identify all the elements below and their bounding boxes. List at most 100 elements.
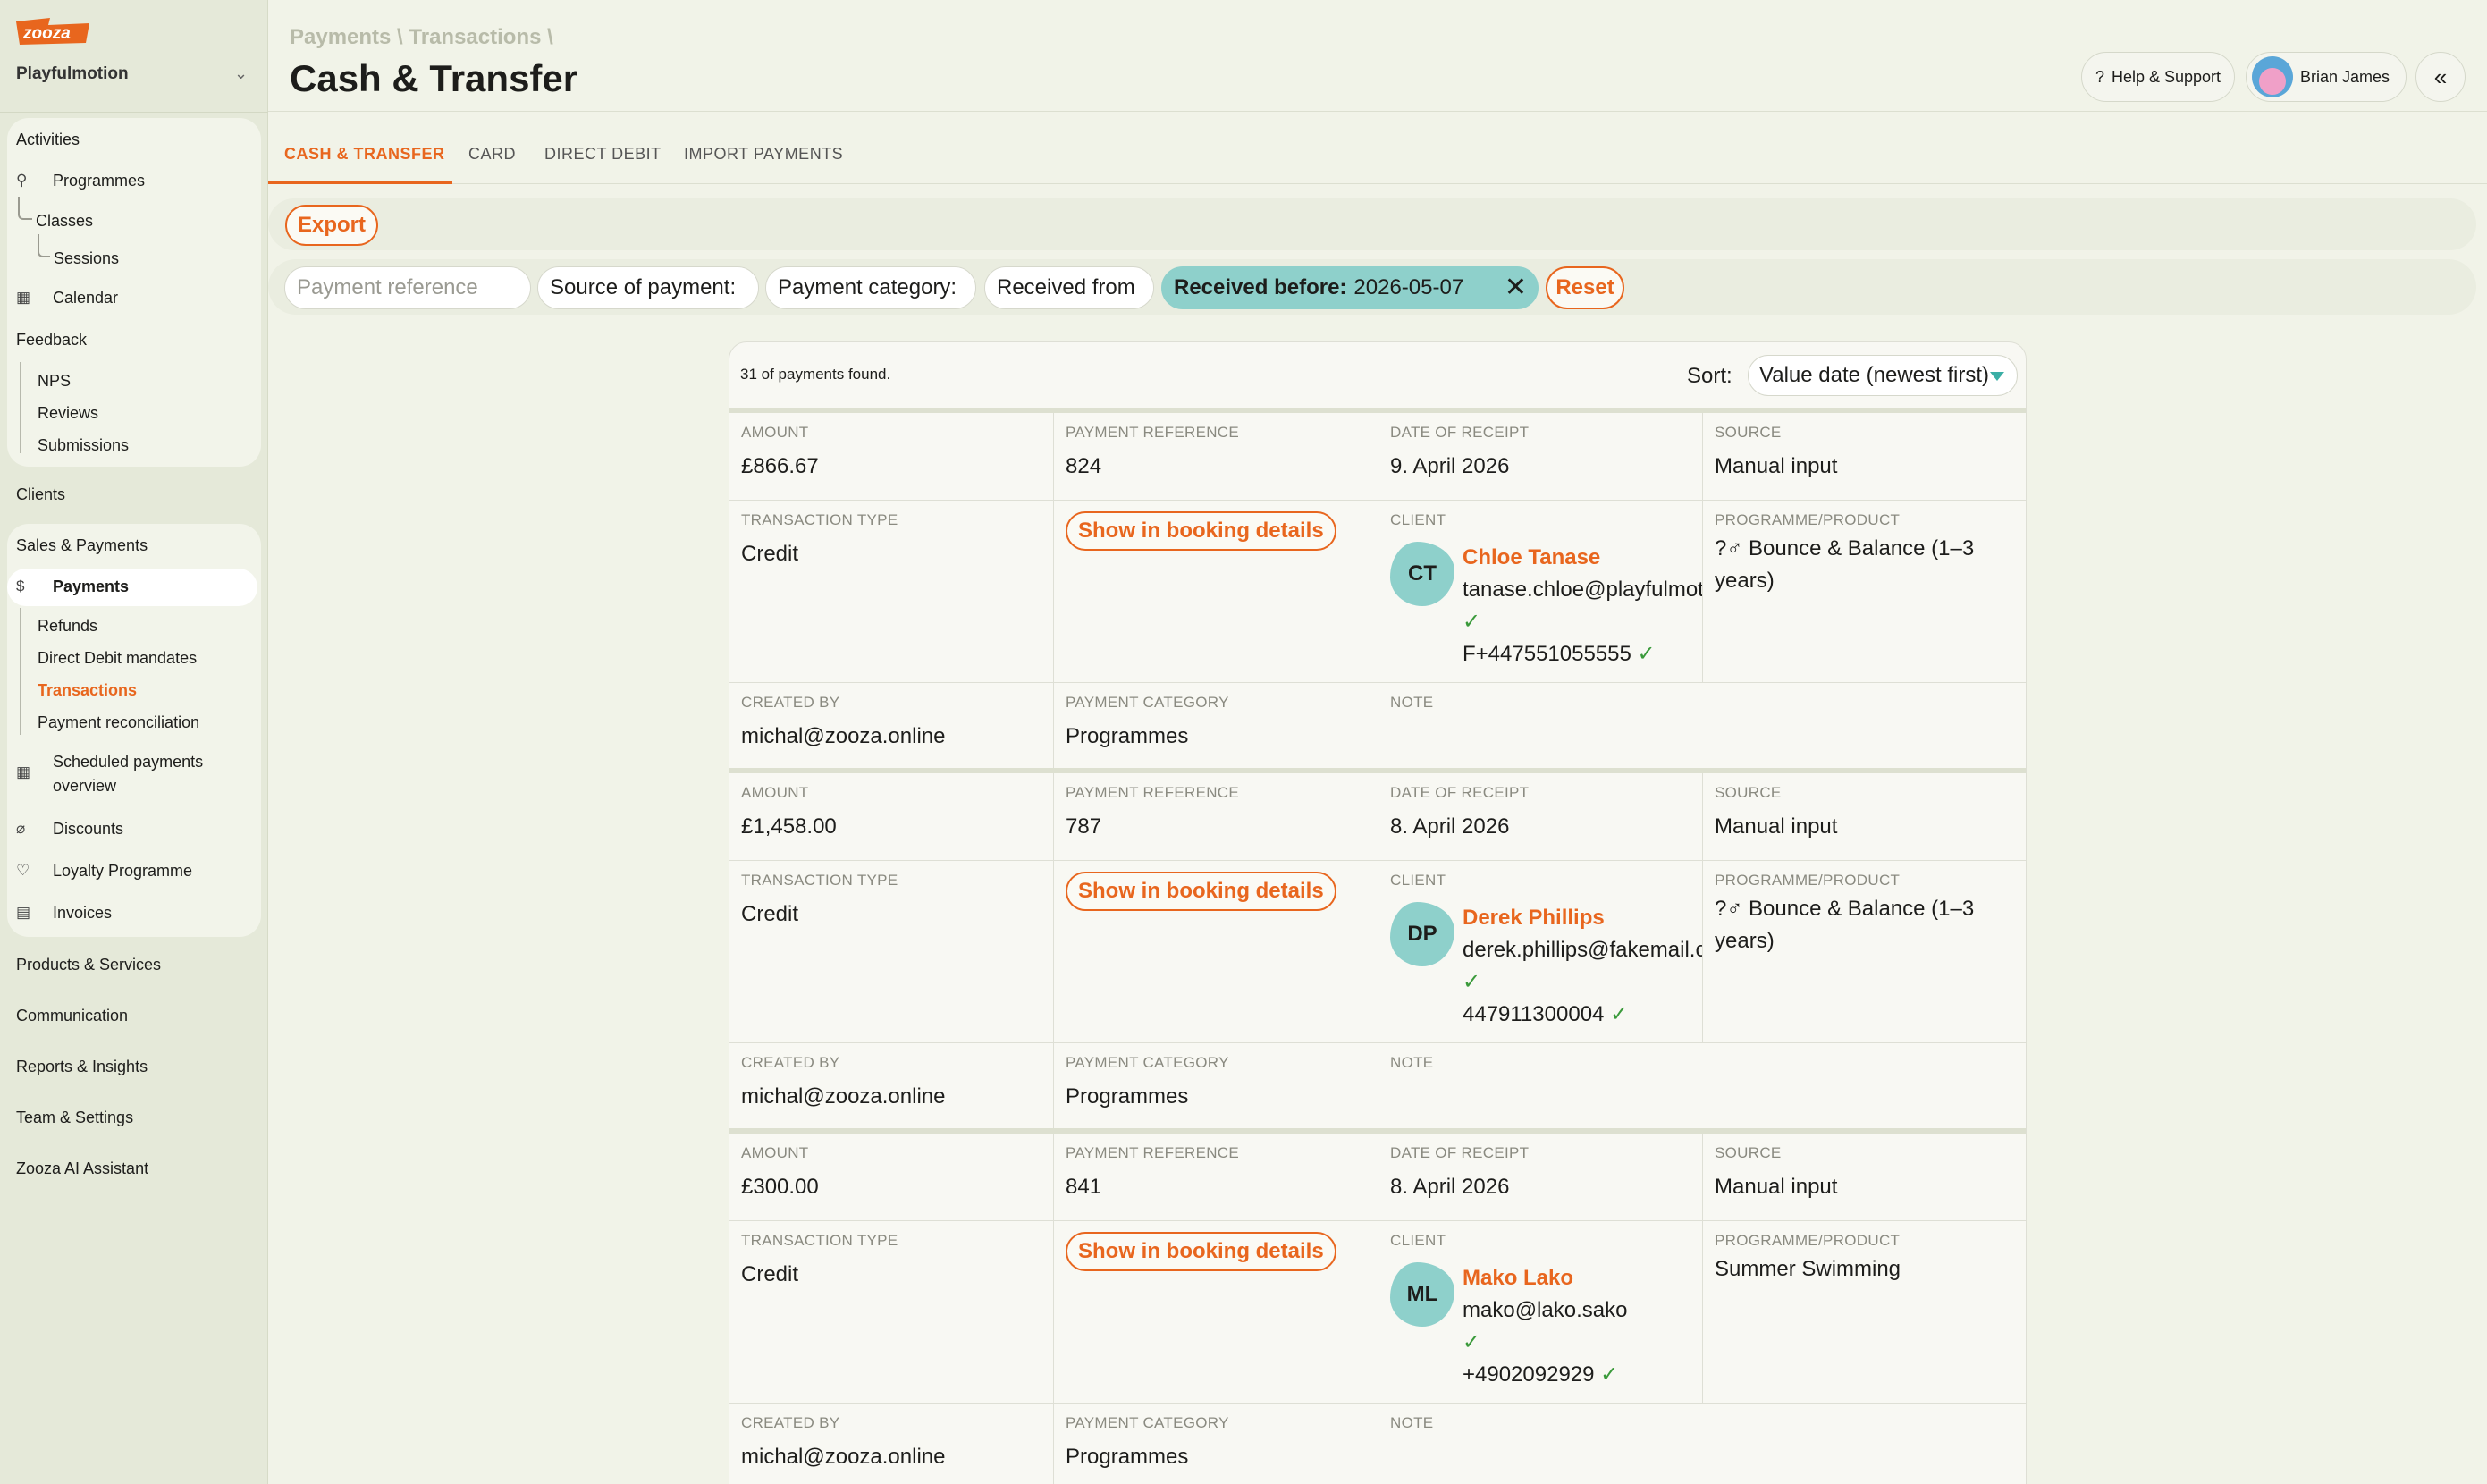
nav-refunds[interactable]: Refunds <box>38 617 97 636</box>
help-support-button[interactable]: ? Help & Support <box>2081 52 2235 102</box>
field-label: PAYMENT REFERENCE <box>1066 784 1240 801</box>
nav-sessions[interactable]: Sessions <box>54 249 119 268</box>
client-cell: CLIENT CT Chloe Tanase tanase.chloe@playful… <box>1378 501 1703 683</box>
nav-products-services[interactable]: Products & Services <box>16 956 161 974</box>
payment-reference-input[interactable]: Payment reference <box>284 266 531 309</box>
nav-payments[interactable]: $ Payments <box>7 569 257 606</box>
check-icon: ✓ <box>1610 1002 1629 1026</box>
invoice-icon: ▤ <box>16 904 31 921</box>
nav-nps[interactable]: NPS <box>38 372 71 391</box>
field-label: SOURCE <box>1715 1144 1782 1161</box>
results-count: 31 of payments found. <box>740 366 891 383</box>
zooza-logo[interactable]: zooza <box>14 16 91 46</box>
nav-ai-assistant[interactable]: Zooza AI Assistant <box>16 1159 148 1178</box>
tag-icon: ⌀ <box>16 820 26 837</box>
note-cell: NOTE <box>1378 1043 2026 1131</box>
sort-label: Sort: <box>1687 364 1732 388</box>
field-label: TRANSACTION TYPE <box>741 511 898 528</box>
nav-communication[interactable]: Communication <box>16 1007 128 1025</box>
show-in-booking-details-button[interactable]: Show in booking details <box>1066 511 1336 551</box>
collapse-sidebar-button[interactable]: « <box>2415 52 2466 102</box>
show-in-booking-details-button[interactable]: Show in booking details <box>1066 872 1336 911</box>
export-button[interactable]: Export <box>285 205 378 246</box>
tab-cash-transfer[interactable]: CASH & TRANSFER <box>284 145 445 164</box>
payment-record: AMOUNT £1,458.00 PAYMENT REFERENCE 787 DATE … <box>729 768 2026 1131</box>
nav-loyalty-programme[interactable]: ♡ Loyalty Programme <box>16 862 231 883</box>
divider <box>268 183 2487 184</box>
amount-cell: AMOUNT £866.67 <box>729 413 1054 501</box>
client-name-link[interactable]: Chloe Tanase <box>1463 542 1702 574</box>
user-menu-button[interactable]: Brian James <box>2246 52 2407 102</box>
field-label: NOTE <box>1390 1054 1434 1071</box>
payment-reference-cell: PAYMENT REFERENCE 841 <box>1054 1134 1378 1221</box>
payment-reference-value: 841 <box>1066 1175 1102 1199</box>
nav-transactions[interactable]: Transactions <box>38 681 137 700</box>
nav-invoices[interactable]: ▤ Invoices <box>16 904 213 925</box>
created-by-value: michal@zooza.online <box>741 724 946 748</box>
nav-payment-reconciliation[interactable]: Payment reconciliation <box>38 713 199 732</box>
avatar <box>2252 56 2293 97</box>
payment-reference-value: 824 <box>1066 454 1102 478</box>
client-avatar: CT <box>1390 542 1454 606</box>
nav-scheduled-payments[interactable]: ▦ Scheduled payments overview <box>16 753 249 803</box>
source-cell: SOURCE Manual input <box>1703 413 2026 501</box>
client-cell: CLIENT ML Mako Lako mako@lako.sako ✓ +4902092… <box>1378 1221 1703 1404</box>
booking-cell: Show in booking details <box>1054 861 1378 1043</box>
nav-reviews[interactable]: Reviews <box>38 404 98 423</box>
booking-cell: Show in booking details <box>1054 1221 1378 1404</box>
nav-activities[interactable]: Activities <box>16 131 80 149</box>
nav-clients[interactable]: Clients <box>16 485 65 504</box>
nav-sales-payments[interactable]: Sales & Payments <box>16 536 148 555</box>
field-label: AMOUNT <box>741 784 809 801</box>
payment-category-filter[interactable]: Payment category: <box>765 266 976 309</box>
breadcrumb[interactable]: Payments \ Transactions \ <box>290 25 553 50</box>
field-label: TRANSACTION TYPE <box>741 1232 898 1249</box>
tree-line <box>20 362 21 453</box>
nav-dd-mandates[interactable]: Direct Debit mandates <box>38 649 197 668</box>
tab-card[interactable]: CARD <box>468 145 516 164</box>
divider <box>268 111 2487 112</box>
chevron-down-icon[interactable]: ⌄ <box>234 64 248 83</box>
show-in-booking-details-button[interactable]: Show in booking details <box>1066 1232 1336 1271</box>
field-label: PROGRAMME/PRODUCT <box>1715 1232 1901 1249</box>
nav-feedback[interactable]: Feedback <box>16 331 87 350</box>
nav-reports-insights[interactable]: Reports & Insights <box>16 1058 148 1076</box>
nav-programmes[interactable]: ⚲ Programmes <box>16 172 195 193</box>
nav-classes[interactable]: Classes <box>36 212 93 231</box>
calendar-icon: ▦ <box>16 289 31 306</box>
reset-button[interactable]: Reset <box>1546 266 1624 309</box>
tab-import-payments[interactable]: IMPORT PAYMENTS <box>684 145 843 164</box>
received-from-filter[interactable]: Received from <box>984 266 1154 309</box>
client-avatar: DP <box>1390 902 1454 966</box>
programme-value: ?♂ Bounce & Balance (1–3 years) <box>1715 536 1975 593</box>
tab-direct-debit[interactable]: DIRECT DEBIT <box>544 145 662 164</box>
client-name-link[interactable]: Derek Phillips <box>1463 902 1702 934</box>
payment-category-value: Programmes <box>1066 1445 1189 1469</box>
sort-select[interactable]: Value date (newest first) <box>1748 355 2018 396</box>
nav-calendar[interactable]: ▦ Calendar <box>16 289 195 310</box>
amount-value: £866.67 <box>741 454 819 478</box>
field-label: PAYMENT REFERENCE <box>1066 424 1240 441</box>
field-label: CLIENT <box>1390 1232 1446 1249</box>
received-before-filter[interactable]: Received before: 2026-05-07 ✕ <box>1161 266 1539 309</box>
source-value: Manual input <box>1715 1175 1838 1199</box>
source-of-payment-filter[interactable]: Source of payment: <box>537 266 759 309</box>
date-of-receipt-value: 9. April 2026 <box>1390 454 1510 478</box>
field-label: CREATED BY <box>741 1054 840 1071</box>
field-label: DATE OF RECEIPT <box>1390 784 1530 801</box>
client-phone: F+447551055555 <box>1463 642 1631 666</box>
transaction-type-value: Credit <box>741 1262 799 1286</box>
heart-icon: ♡ <box>16 862 30 879</box>
date-of-receipt-value: 8. April 2026 <box>1390 1175 1510 1199</box>
divider <box>0 112 268 113</box>
org-name[interactable]: Playfulmotion <box>16 64 129 84</box>
trophy-icon: ⚲ <box>16 172 28 189</box>
nav-discounts[interactable]: ⌀ Discounts <box>16 820 213 841</box>
client-name-link[interactable]: Mako Lako <box>1463 1262 1627 1294</box>
nav-team-settings[interactable]: Team & Settings <box>16 1109 133 1127</box>
close-icon[interactable]: ✕ <box>1505 273 1527 303</box>
client-email: derek.phillips@fakemail.com <box>1463 938 1702 962</box>
client-phone: 447911300004 <box>1463 1002 1605 1026</box>
nav-submissions[interactable]: Submissions <box>38 436 129 455</box>
created-by-value: michal@zooza.online <box>741 1445 946 1469</box>
